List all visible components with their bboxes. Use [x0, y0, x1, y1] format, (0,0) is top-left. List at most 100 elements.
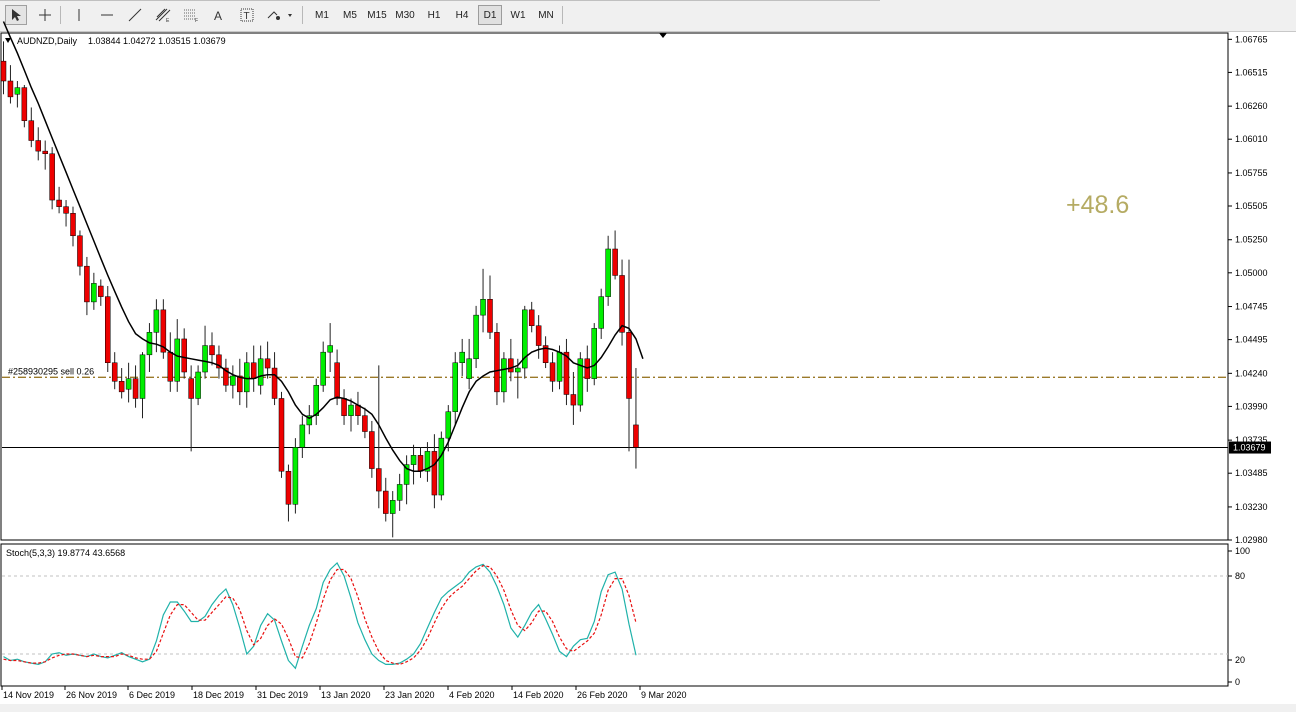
ohlc-summary: 1.03844 1.04272 1.03515 1.03679: [88, 36, 226, 46]
chart-area: 1.06765 1.06515 1.06260 1.06010 1.05755 1.055…: [0, 21, 1271, 700]
bear-candle: [487, 299, 493, 333]
bear-candle: [633, 424, 639, 448]
bull-candle: [598, 296, 604, 329]
bear-candle: [334, 362, 340, 399]
bear-candle: [35, 140, 41, 152]
bear-candle: [28, 120, 35, 141]
price-tick-label: 1.02980: [1235, 535, 1268, 545]
stoch-title: Stoch(5,3,3) 19.8774 43.6568: [6, 548, 125, 558]
bear-candle: [570, 394, 577, 406]
time-label: 9 Mar 2020: [641, 690, 687, 700]
price-tick-label: 1.03230: [1235, 502, 1268, 512]
price-tick-label: 1.03485: [1235, 468, 1268, 478]
time-label: 6 Dec 2019: [129, 690, 175, 700]
bear-candle: [271, 367, 278, 399]
bear-candle: [84, 265, 90, 303]
bull-candle: [410, 455, 417, 465]
bear-candle: [431, 451, 438, 496]
bull-candle: [153, 309, 160, 333]
time-label: 26 Nov 2019: [66, 690, 117, 700]
time-label: 14 Nov 2019: [3, 690, 54, 700]
price-tick-label: 1.05505: [1235, 201, 1268, 211]
bull-candle: [438, 437, 445, 496]
bear-candle: [369, 431, 375, 469]
bear-candle: [98, 285, 104, 297]
bull-candle: [480, 299, 486, 316]
bear-candle: [278, 398, 285, 472]
price-panel-frame: [0, 32, 1229, 541]
time-label: 26 Feb 2020: [577, 690, 628, 700]
bull-candle: [348, 404, 354, 416]
bull-candle: [125, 378, 132, 390]
price-tick-label: 1.06010: [1235, 134, 1268, 144]
bull-candle: [605, 248, 611, 297]
price-tick-label: 1.04745: [1235, 302, 1268, 312]
bear-candle: [56, 199, 62, 207]
bull-candle: [202, 345, 208, 373]
order-line-label: #258930295 sell 0.26: [8, 366, 94, 376]
time-label: 23 Jan 2020: [385, 690, 435, 700]
bull-candle: [515, 367, 521, 373]
bear-candle: [7, 80, 14, 98]
bull-candle: [473, 314, 479, 360]
price-tick-label: 1.06765: [1235, 34, 1268, 44]
time-label: 13 Jan 2020: [321, 690, 371, 700]
bear-candle: [494, 332, 500, 393]
bull-candle: [292, 447, 299, 505]
bull-candle: [389, 500, 396, 514]
symbol-title: AUDNZD,Daily: [17, 36, 78, 46]
bear-candle: [105, 296, 111, 364]
bull-candle: [445, 411, 452, 439]
bull-candle: [139, 354, 146, 399]
bear-candle: [132, 378, 139, 399]
bear-candle: [362, 415, 368, 432]
bear-candle: [250, 362, 257, 379]
bottom-strip: [0, 704, 1296, 712]
bull-candle: [313, 384, 319, 416]
time-label: 18 Dec 2019: [193, 690, 244, 700]
bear-candle: [535, 325, 542, 346]
bear-candle: [376, 468, 382, 492]
bear-candle: [508, 358, 514, 373]
bear-candle: [70, 213, 76, 237]
price-tick-label: 1.05250: [1235, 235, 1268, 245]
bear-candle: [341, 398, 347, 416]
bull-candle: [174, 338, 180, 382]
bull-candle: [591, 328, 597, 379]
bull-candle: [257, 358, 264, 386]
bear-candle: [528, 309, 535, 326]
bear-candle: [285, 470, 292, 505]
bear-candle: [188, 378, 194, 399]
bull-candle: [459, 351, 465, 364]
current-price-label: 1.03679: [1233, 443, 1266, 453]
time-label: 14 Feb 2020: [513, 690, 564, 700]
stoch-tick-label: 0: [1235, 677, 1240, 687]
bear-candle: [49, 153, 55, 201]
stoch-panel-frame: [0, 543, 1229, 687]
bear-candle: [626, 332, 632, 399]
bull-candle: [466, 358, 472, 379]
price-tick-label: 1.05755: [1235, 168, 1268, 178]
stoch-tick-label: 100: [1235, 546, 1250, 556]
time-label: 4 Feb 2020: [449, 690, 495, 700]
bear-candle: [21, 87, 28, 121]
bull-candle: [299, 424, 306, 448]
stoch-tick-label: 20: [1235, 655, 1245, 665]
bear-candle: [42, 150, 48, 155]
bull-candle: [556, 351, 563, 382]
bear-candle: [619, 275, 625, 333]
price-tick-label: 1.03990: [1235, 401, 1268, 411]
bull-candle: [195, 371, 201, 399]
bull-candle: [14, 87, 21, 95]
bear-candle: [612, 248, 618, 276]
bull-candle: [320, 351, 326, 386]
stoch-tick-label: 80: [1235, 571, 1245, 581]
price-tick-label: 1.05000: [1235, 268, 1268, 278]
bear-candle: [167, 351, 174, 382]
bull-candle: [396, 484, 403, 501]
bear-candle: [264, 358, 271, 369]
bear-candle: [417, 455, 424, 472]
profit-text: +48.6: [1066, 191, 1129, 219]
bull-candle: [501, 358, 507, 393]
bear-candle: [111, 362, 118, 382]
